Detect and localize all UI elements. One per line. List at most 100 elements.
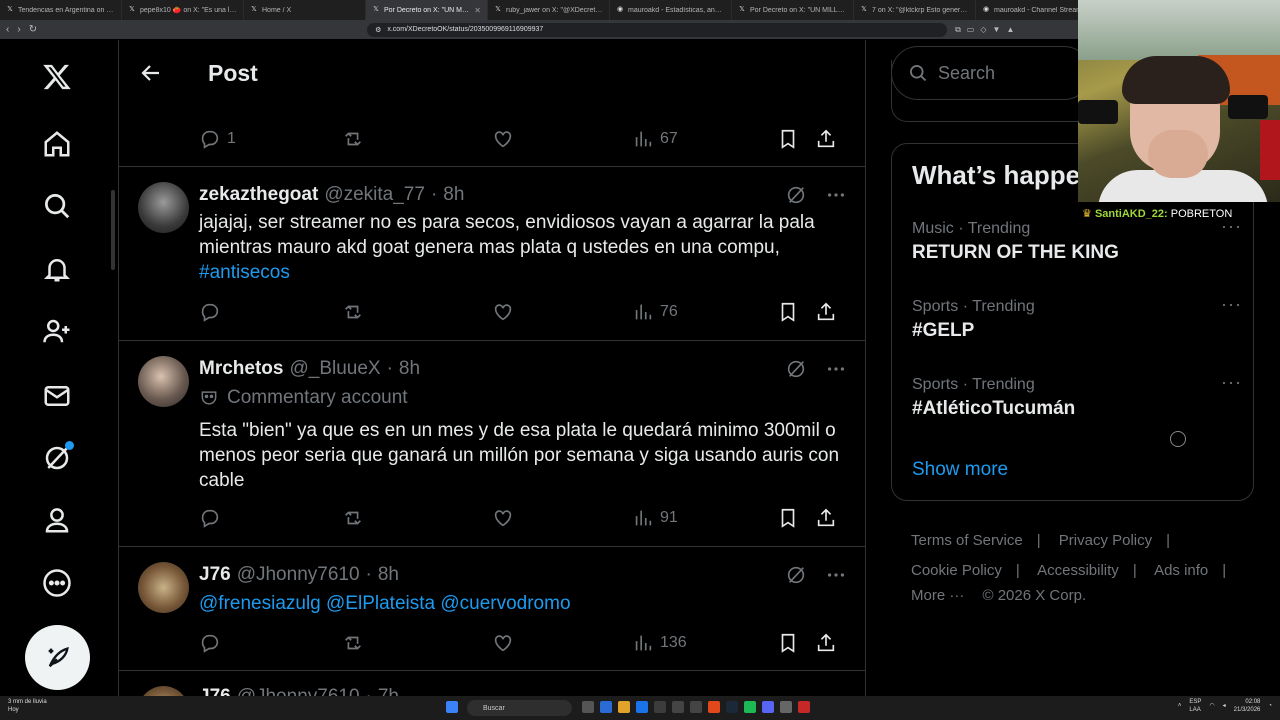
repost-button[interactable] bbox=[342, 301, 492, 323]
clock[interactable]: 02:08 21/3/2026 bbox=[1234, 698, 1261, 714]
like-button[interactable] bbox=[492, 507, 632, 529]
author-handle[interactable]: @Jhonny7610 bbox=[237, 686, 360, 696]
accessibility-link[interactable]: Accessibility bbox=[1037, 562, 1119, 579]
folder-icon[interactable] bbox=[618, 701, 630, 713]
notifications-icon[interactable] bbox=[40, 252, 74, 286]
repost-button[interactable] bbox=[342, 128, 492, 150]
app-icon[interactable] bbox=[672, 701, 684, 713]
close-tab-icon[interactable]: ✕ bbox=[474, 6, 481, 15]
communities-icon[interactable] bbox=[40, 314, 74, 348]
more-options-icon[interactable] bbox=[825, 184, 847, 206]
terms-link[interactable]: Terms of Service bbox=[911, 532, 1023, 549]
back-nav-icon[interactable]: ‹ bbox=[6, 24, 9, 35]
reply-button[interactable]: 1 bbox=[199, 128, 342, 150]
reply-button[interactable] bbox=[199, 507, 342, 529]
tray-chevron-icon[interactable]: ˄ bbox=[1178, 702, 1182, 710]
share-button[interactable] bbox=[815, 507, 837, 529]
views-button[interactable]: 91 bbox=[632, 507, 777, 529]
grok-explain-icon[interactable] bbox=[785, 564, 807, 586]
edge-icon[interactable] bbox=[600, 701, 612, 713]
hashtag-link[interactable]: #antisecos bbox=[199, 262, 290, 283]
avatar[interactable] bbox=[138, 356, 189, 407]
bookmark-button[interactable] bbox=[777, 632, 815, 654]
more-options-icon[interactable] bbox=[825, 358, 847, 380]
back-arrow-icon[interactable] bbox=[139, 61, 163, 85]
store-icon[interactable] bbox=[636, 701, 648, 713]
share-button[interactable] bbox=[815, 301, 837, 323]
grok-explain-icon[interactable] bbox=[785, 358, 807, 380]
reply-post-partial[interactable]: J76 @Jhonny7610 · 7h bbox=[119, 671, 865, 696]
avatar[interactable] bbox=[138, 182, 189, 233]
browser-tab[interactable]: 𝕏ruby_jawer on X: "@XDecretoOK Yo bbox=[488, 0, 610, 20]
reload-icon[interactable]: ↻ bbox=[29, 24, 37, 35]
author-name[interactable]: Mrchetos bbox=[199, 358, 283, 380]
site-info-icon[interactable]: ⚙ bbox=[375, 26, 381, 34]
app-icon[interactable] bbox=[690, 701, 702, 713]
search-input[interactable]: Search bbox=[891, 46, 1091, 100]
spotify-icon[interactable] bbox=[744, 701, 756, 713]
share-button[interactable] bbox=[815, 632, 837, 654]
repost-button[interactable] bbox=[342, 507, 492, 529]
extension-icon[interactable]: ◇ bbox=[980, 25, 986, 35]
brave-shield-icon[interactable]: ▼ bbox=[993, 25, 1001, 35]
address-bar[interactable]: ⚙ x.com/XDecretoOK/status/20350099691169… bbox=[367, 22, 948, 37]
browser-tab[interactable]: 𝕏 Home / X bbox=[244, 0, 366, 20]
more-options-icon[interactable] bbox=[825, 564, 847, 586]
author-handle[interactable]: @_BluueX bbox=[289, 358, 380, 380]
ads-info-link[interactable]: Ads info bbox=[1154, 562, 1208, 579]
post-time[interactable]: 8h bbox=[443, 184, 464, 206]
notification-bell-icon[interactable]: ◔ bbox=[1268, 702, 1272, 710]
like-button[interactable] bbox=[492, 128, 632, 150]
explore-icon[interactable] bbox=[40, 189, 74, 223]
grok-icon[interactable] bbox=[40, 441, 74, 475]
obs-icon[interactable] bbox=[780, 701, 792, 713]
views-button[interactable]: 76 bbox=[632, 301, 777, 323]
alert-icon[interactable]: ▲ bbox=[1006, 25, 1014, 35]
home-icon[interactable] bbox=[40, 127, 74, 161]
browser-tab[interactable]: 𝕏Tendencias en Argentina on X: "Un bbox=[0, 0, 122, 20]
reply-post[interactable]: Mrchetos @_BluueX · 8h Commentary accoun… bbox=[119, 341, 865, 547]
privacy-link[interactable]: Privacy Policy bbox=[1059, 532, 1152, 549]
app-icon[interactable] bbox=[654, 701, 666, 713]
trend-item[interactable]: Music · Trending RETURN OF THE KING ··· bbox=[912, 216, 1242, 264]
browser-tab-active[interactable]: 𝕏Por Decreto on X: "UN MILLÓN✕ bbox=[366, 0, 488, 20]
reply-post[interactable]: zekazthegoat @zekita_77 · 8h jajajaj, se… bbox=[119, 167, 865, 341]
cast-icon[interactable]: ▭ bbox=[967, 25, 975, 35]
avatar[interactable] bbox=[138, 686, 189, 696]
task-view-icon[interactable] bbox=[582, 701, 594, 713]
author-name[interactable]: J76 bbox=[199, 686, 231, 696]
more-options-icon[interactable]: ··· bbox=[1221, 294, 1242, 315]
weather-widget[interactable]: 3 mm de lluvia Hoy bbox=[8, 698, 47, 714]
mention-links[interactable]: @frenesiazulg @ElPlateista @cuervodromo bbox=[199, 591, 849, 616]
taskbar-search[interactable]: Buscar bbox=[467, 700, 572, 716]
bookmark-button[interactable] bbox=[777, 301, 815, 323]
views-button[interactable]: 67 bbox=[632, 128, 777, 150]
more-icon[interactable] bbox=[40, 566, 74, 600]
views-button[interactable]: 136 bbox=[632, 632, 777, 654]
messages-icon[interactable] bbox=[40, 379, 74, 413]
reply-button[interactable] bbox=[199, 632, 342, 654]
author-handle[interactable]: @zekita_77 bbox=[324, 184, 425, 206]
reply-post[interactable]: J76 @Jhonny7610 · 8h @frenesiazulg @ElPl… bbox=[119, 547, 865, 671]
start-icon[interactable] bbox=[446, 701, 458, 713]
steam-icon[interactable] bbox=[726, 701, 738, 713]
cookie-link[interactable]: Cookie Policy bbox=[911, 562, 1002, 579]
post-time[interactable]: 8h bbox=[378, 564, 399, 586]
trend-item[interactable]: Sports · Trending #AtléticoTucumán ··· bbox=[912, 372, 1242, 420]
forward-nav-icon[interactable]: › bbox=[17, 24, 20, 35]
more-options-icon[interactable]: ··· bbox=[1221, 372, 1242, 393]
browser-tab[interactable]: 𝕏pepe8x10 🍅 on X: "Es una locura E bbox=[122, 0, 244, 20]
page-scrollbar[interactable] bbox=[109, 40, 117, 696]
bookmark-button[interactable] bbox=[777, 507, 815, 529]
post-time[interactable]: 8h bbox=[399, 358, 420, 380]
scrollbar-thumb[interactable] bbox=[111, 190, 115, 270]
brave-icon[interactable] bbox=[708, 701, 720, 713]
author-name[interactable]: J76 bbox=[199, 564, 231, 586]
grok-explain-icon[interactable] bbox=[785, 184, 807, 206]
wifi-icon[interactable]: ◠ bbox=[1209, 702, 1214, 710]
volume-icon[interactable]: ◂ bbox=[1223, 702, 1226, 710]
author-name[interactable]: zekazthegoat bbox=[199, 184, 318, 206]
compose-post-button[interactable] bbox=[25, 625, 90, 690]
bookmark-button[interactable] bbox=[777, 128, 815, 150]
repost-button[interactable] bbox=[342, 632, 492, 654]
